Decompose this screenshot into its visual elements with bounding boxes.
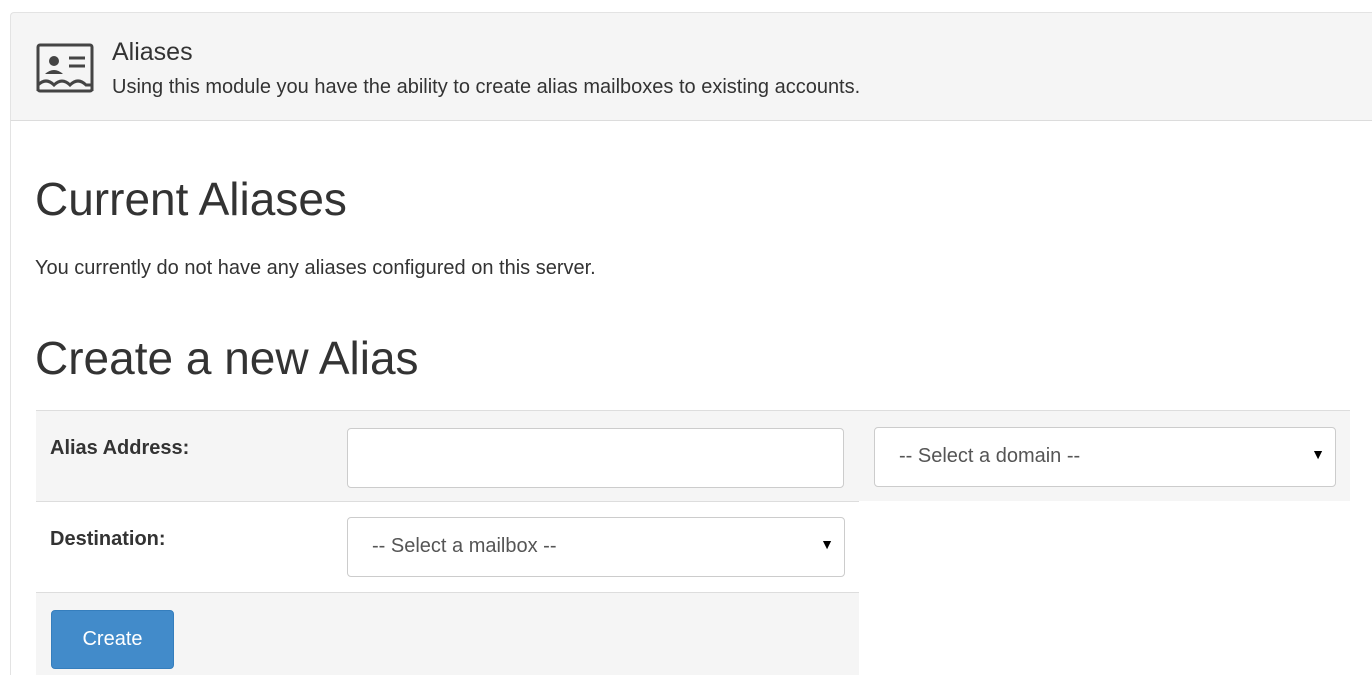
create-button[interactable]: Create [51, 610, 174, 669]
chevron-down-icon: ▼ [1311, 446, 1325, 462]
alias-address-row: Alias Address: [36, 411, 859, 502]
mailbox-select[interactable]: -- Select a mailbox -- ▼ [347, 517, 845, 577]
no-aliases-message: You currently do not have any aliases co… [35, 257, 596, 279]
page: Aliases Using this module you have the a… [0, 0, 1372, 675]
alias-address-input[interactable] [347, 428, 844, 488]
current-aliases-heading: Current Aliases [35, 173, 347, 225]
chevron-down-icon: ▼ [820, 536, 834, 552]
module-title: Aliases [112, 38, 193, 66]
domain-select[interactable]: -- Select a domain -- ▼ [874, 427, 1336, 487]
domain-select-value: -- Select a domain -- [899, 445, 1081, 467]
submit-row: Create [36, 593, 859, 675]
create-alias-heading: Create a new Alias [35, 332, 419, 384]
contact-card-icon [36, 43, 94, 93]
create-alias-form: Alias Address: Destination: Create [36, 410, 859, 675]
module-description: Using this module you have the ability t… [112, 76, 861, 98]
alias-address-label: Alias Address: [50, 437, 190, 459]
content-border [10, 121, 11, 675]
mailbox-select-value: -- Select a mailbox -- [372, 535, 557, 557]
module-header: Aliases Using this module you have the a… [10, 12, 1372, 121]
destination-label: Destination: [50, 528, 166, 550]
